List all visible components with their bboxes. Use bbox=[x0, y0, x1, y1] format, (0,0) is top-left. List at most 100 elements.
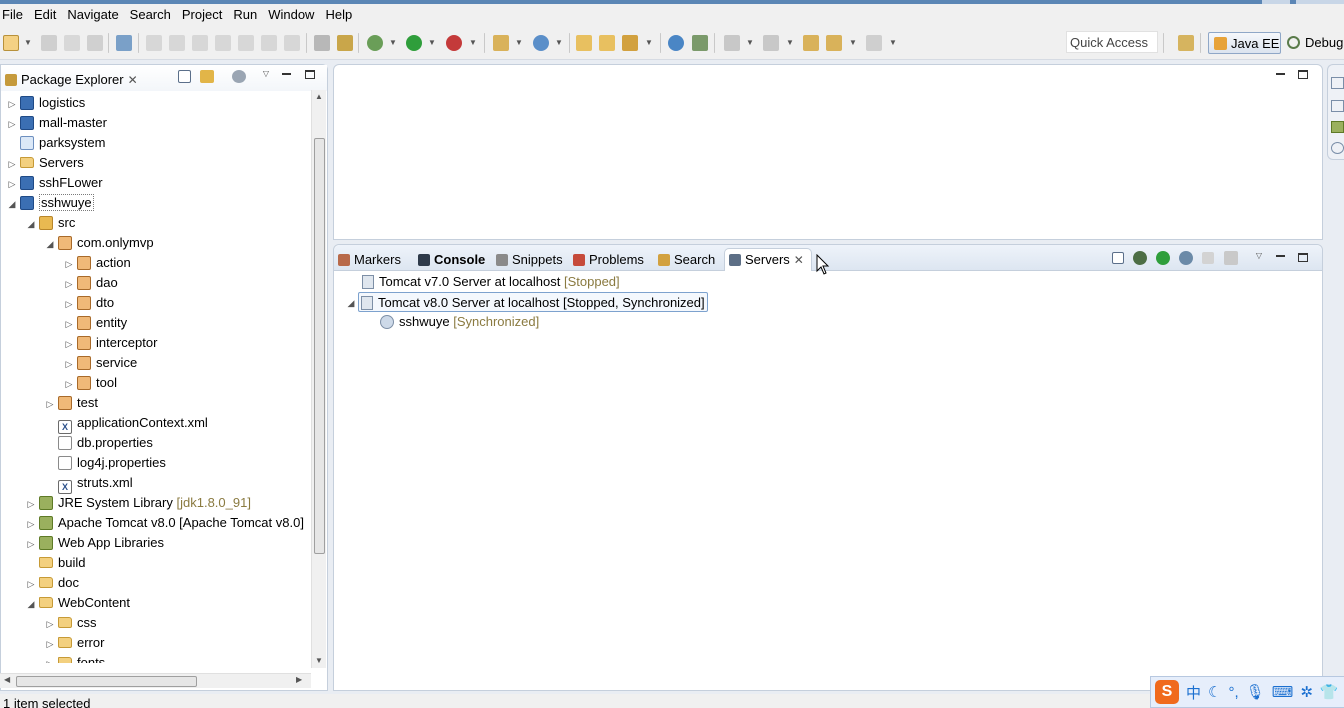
run-dropdown-icon[interactable]: ▼ bbox=[428, 37, 436, 53]
expand-icon[interactable]: ▷ bbox=[44, 654, 56, 663]
expand-icon[interactable]: ▷ bbox=[44, 614, 56, 634]
tree-item[interactable]: ▷ doc bbox=[25, 573, 79, 593]
external-tools-icon[interactable] bbox=[692, 35, 708, 51]
expand-icon[interactable]: ▷ bbox=[63, 354, 75, 374]
toggle-breakpoint-icon[interactable] bbox=[337, 35, 353, 51]
expand-icon[interactable]: ▷ bbox=[63, 294, 75, 314]
collapse-all-icon[interactable] bbox=[1112, 252, 1124, 264]
close-icon[interactable]: ✕ bbox=[128, 73, 138, 87]
save-icon[interactable] bbox=[41, 35, 57, 51]
tree-item[interactable]: parksystem bbox=[6, 133, 105, 153]
open-task-icon[interactable] bbox=[599, 35, 615, 51]
expand-icon[interactable]: ▷ bbox=[25, 494, 37, 514]
tree-horizontal-scrollbar[interactable]: ◀ ▶ bbox=[0, 673, 311, 688]
new-server-icon[interactable] bbox=[493, 35, 509, 51]
menu-search[interactable]: Search bbox=[126, 4, 178, 26]
view-menu-icon[interactable]: ▽ bbox=[1255, 250, 1263, 266]
step-into-icon[interactable] bbox=[238, 35, 254, 51]
expand-icon[interactable]: ▷ bbox=[44, 394, 56, 414]
expand-icon[interactable]: ▷ bbox=[6, 114, 18, 134]
collapse-icon[interactable]: ◢ bbox=[25, 594, 37, 614]
back-icon[interactable] bbox=[826, 35, 842, 51]
tab-servers[interactable]: Servers ✕ bbox=[724, 248, 812, 271]
ime-language-toggle[interactable]: 中 bbox=[1186, 682, 1201, 703]
start-profile-server-icon[interactable] bbox=[1179, 251, 1193, 265]
scroll-down-icon[interactable]: ▼ bbox=[315, 656, 323, 665]
tree-item[interactable]: ▷ dao bbox=[63, 273, 118, 293]
expand-icon[interactable]: ▷ bbox=[63, 314, 75, 334]
start-server-icon[interactable] bbox=[1156, 251, 1170, 265]
tree-item[interactable]: ▷ fonts bbox=[44, 653, 105, 663]
tree-item[interactable]: ▷ service bbox=[63, 353, 137, 373]
expand-icon[interactable]: ▷ bbox=[44, 634, 56, 654]
tree-item[interactable]: ▷ tool bbox=[63, 373, 117, 393]
suspend-icon[interactable] bbox=[169, 35, 185, 51]
ime-logo-icon[interactable]: S bbox=[1155, 680, 1179, 704]
run-icon[interactable] bbox=[406, 35, 422, 51]
skin-icon[interactable]: 👕 bbox=[1320, 683, 1339, 701]
skip-breakpoints-icon[interactable] bbox=[116, 35, 132, 51]
tree-item[interactable]: ▷ error bbox=[44, 633, 105, 654]
tools-icon[interactable]: ✲ bbox=[1300, 683, 1313, 701]
tree-item[interactable]: ▷ entity bbox=[63, 313, 127, 333]
publish-icon[interactable] bbox=[1224, 251, 1238, 265]
tree-item[interactable]: ▷ logistics bbox=[6, 93, 85, 113]
tab-search[interactable]: Search bbox=[658, 249, 719, 271]
palette-icon[interactable] bbox=[1331, 121, 1344, 133]
maximize-icon[interactable] bbox=[1298, 70, 1308, 79]
step-return-icon[interactable] bbox=[284, 35, 300, 51]
expand-icon[interactable]: ▷ bbox=[63, 254, 75, 274]
close-icon[interactable]: ✕ bbox=[794, 253, 804, 267]
open-type-icon[interactable] bbox=[576, 35, 592, 51]
debug-dropdown-icon[interactable]: ▼ bbox=[389, 37, 397, 53]
tree-item[interactable]: ▷ Web App Libraries bbox=[25, 533, 164, 553]
tree-item[interactable]: XapplicationContext.xml bbox=[44, 413, 208, 434]
expand-icon[interactable]: ▷ bbox=[63, 374, 75, 394]
collapse-icon[interactable]: ◢ bbox=[6, 194, 18, 214]
new-server-dropdown-icon[interactable]: ▼ bbox=[515, 37, 523, 53]
collapse-icon[interactable]: ◢ bbox=[25, 214, 37, 234]
tab-package-explorer[interactable]: Package Explorer ✕ bbox=[5, 69, 142, 91]
tree-item[interactable]: ◢ sshwuye bbox=[6, 193, 94, 213]
microphone-icon[interactable]: 🎙 bbox=[1246, 683, 1265, 701]
tree-item[interactable]: build bbox=[25, 553, 85, 573]
back-dropdown-icon[interactable]: ▼ bbox=[849, 37, 857, 53]
forward-icon[interactable] bbox=[866, 35, 882, 51]
expand-icon[interactable]: ▷ bbox=[6, 174, 18, 194]
tree-item[interactable]: ▷ css bbox=[44, 613, 97, 633]
tree-item[interactable]: log4j.properties bbox=[44, 453, 166, 473]
disconnect-icon[interactable] bbox=[215, 35, 231, 51]
collapse-all-icon[interactable] bbox=[178, 70, 191, 83]
view-menu-icon[interactable]: ▽ bbox=[262, 68, 270, 84]
step-over-icon[interactable] bbox=[261, 35, 277, 51]
open-perspective-icon[interactable] bbox=[1178, 35, 1194, 51]
resume-icon[interactable] bbox=[146, 35, 162, 51]
collapse-icon[interactable]: ◢ bbox=[345, 293, 357, 313]
menu-edit[interactable]: Edit bbox=[30, 4, 63, 26]
tree-item[interactable]: ◢ com.onlymvp bbox=[44, 233, 154, 253]
tree-item[interactable]: ▷ interceptor bbox=[63, 333, 157, 353]
scrollbar-thumb[interactable] bbox=[16, 676, 197, 687]
perspective-java-ee-button[interactable]: Java EE bbox=[1208, 32, 1281, 54]
tree-item[interactable]: ▷ test bbox=[44, 393, 98, 413]
menu-navigate[interactable]: Navigate bbox=[63, 4, 125, 26]
expand-icon[interactable]: ▷ bbox=[63, 274, 75, 294]
quick-access-field[interactable]: Quick Access bbox=[1066, 31, 1158, 53]
tree-item[interactable]: Xstruts.xml bbox=[44, 473, 133, 494]
tree-item[interactable]: ▷ Apache Tomcat v8.0 [Apache Tomcat v8.0] bbox=[25, 513, 304, 533]
print-icon[interactable] bbox=[87, 35, 103, 51]
focus-on-active-task-icon[interactable] bbox=[232, 70, 246, 83]
server-row-toggle[interactable]: ◢ bbox=[345, 292, 357, 312]
scrollbar-thumb[interactable] bbox=[314, 138, 325, 554]
next-annotation-dropdown-icon[interactable]: ▼ bbox=[746, 37, 754, 53]
new-class-icon[interactable] bbox=[533, 35, 549, 51]
tab-problems[interactable]: Problems bbox=[573, 249, 648, 271]
menu-project[interactable]: Project bbox=[178, 4, 229, 26]
start-debug-server-icon[interactable] bbox=[1133, 251, 1147, 265]
new-class-dropdown-icon[interactable]: ▼ bbox=[555, 37, 563, 53]
tree-item[interactable]: ▷ Servers bbox=[6, 153, 84, 173]
expand-icon[interactable]: ▷ bbox=[6, 154, 18, 174]
tab-snippets[interactable]: Snippets bbox=[496, 249, 567, 271]
search-icon[interactable] bbox=[622, 35, 638, 51]
open-web-browser-icon[interactable] bbox=[668, 35, 684, 51]
